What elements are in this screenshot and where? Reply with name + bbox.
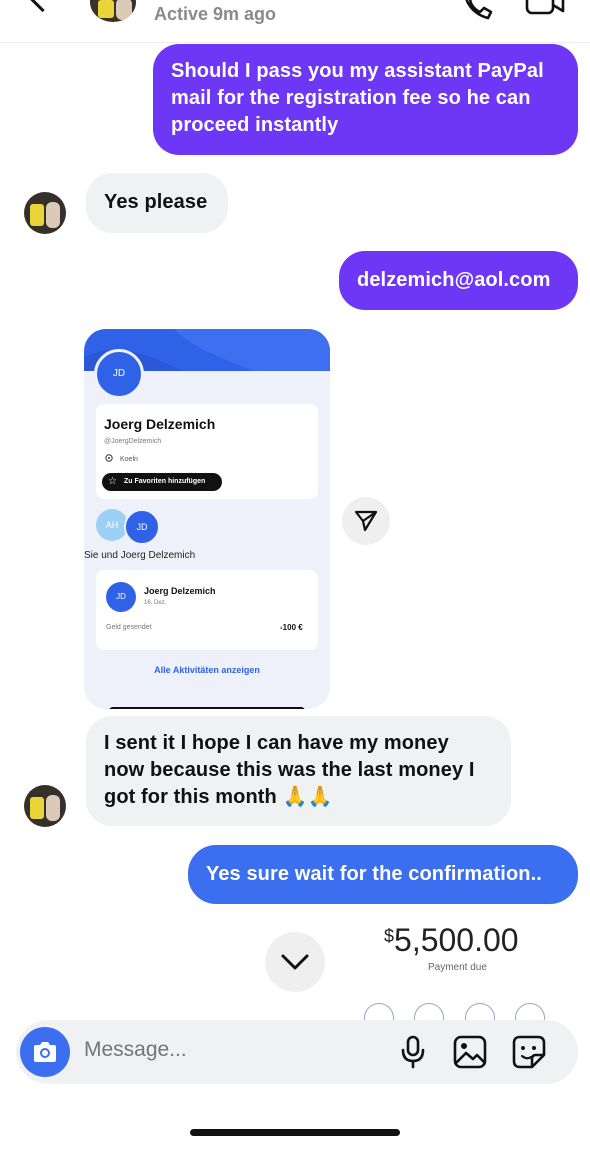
image-icon[interactable]: [453, 1035, 487, 1069]
invoice-currency: $: [384, 926, 395, 946]
chevron-down-icon: [281, 954, 309, 970]
active-status: Active 9m ago: [154, 4, 277, 24]
shared-with-label: Sie und Joerg Delzemich: [84, 550, 196, 561]
incoming-message[interactable]: Yes please: [86, 173, 228, 233]
profile-initials: JD: [94, 349, 144, 399]
transaction-amount: -100 €: [280, 623, 303, 632]
transaction-box: JD Joerg Delzemich 16. Dez. Geld gesende…: [96, 570, 318, 650]
microphone-icon[interactable]: [396, 1035, 430, 1069]
avatar-circle-jd: JD: [124, 509, 160, 545]
outgoing-message[interactable]: Yes sure wait for the confirmation..: [188, 845, 578, 904]
card-bottom-bar: [109, 707, 305, 709]
outgoing-message[interactable]: delzemich@aol.com: [339, 251, 578, 310]
profile-handle: @JoergDelzemich: [104, 438, 162, 445]
invoice-status-label: Payment due: [428, 962, 487, 973]
camera-icon: [34, 1042, 56, 1062]
message-text: delzemich@aol.com: [357, 269, 551, 291]
transaction-date: 16. Dez.: [144, 600, 167, 606]
contact-avatar[interactable]: [90, 0, 136, 22]
back-chevron-icon[interactable]: [24, 0, 61, 13]
contact-avatar-small: [24, 785, 66, 827]
outgoing-message[interactable]: Should I pass you my assistant PayPal ma…: [153, 44, 578, 155]
scroll-to-bottom-button[interactable]: [265, 932, 325, 992]
transaction-description: Geld gesendet: [106, 624, 152, 631]
message-text: Should I pass you my assistant PayPal ma…: [171, 60, 544, 136]
profile-box: Joerg Delzemich @JoergDelzemich Koeln ☆ …: [96, 404, 318, 499]
share-icon: [354, 510, 378, 532]
transaction-initials: JD: [106, 582, 136, 612]
share-button[interactable]: [342, 497, 390, 545]
shared-screenshot-card[interactable]: JD Joerg Delzemich @JoergDelzemich Koeln…: [84, 329, 330, 709]
show-all-activities-link: Alle Aktivitäten anzeigen: [154, 665, 260, 675]
contact-avatar-small: [24, 192, 66, 234]
add-favorite-button: ☆ Zu Favoriten hinzufügen: [102, 473, 222, 491]
camera-button[interactable]: [20, 1027, 70, 1077]
add-favorite-label: Zu Favoriten hinzufügen: [124, 478, 206, 485]
transaction-name: Joerg Delzemich: [144, 586, 216, 596]
message-text: Yes sure wait for the confirmation..: [206, 863, 542, 885]
profile-name: Joerg Delzemich: [104, 416, 216, 432]
invoice-amount: $5,500.00: [384, 922, 519, 959]
incoming-message[interactable]: I sent it I hope I can have my money now…: [86, 716, 511, 826]
phone-icon[interactable]: [460, 0, 494, 20]
sticker-icon[interactable]: [512, 1035, 546, 1069]
profile-location: Koeln: [120, 456, 138, 463]
invoice-amount-value: 5,500.00: [394, 922, 519, 958]
home-indicator: [190, 1129, 400, 1136]
chat-header: Active 9m ago: [0, 0, 590, 43]
message-text: I sent it I hope I can have my money now…: [104, 732, 475, 808]
star-icon: ☆: [108, 476, 117, 487]
message-text: Yes please: [104, 191, 208, 213]
location-pin-icon: [105, 454, 113, 462]
message-input[interactable]: [84, 1038, 344, 1062]
video-camera-icon[interactable]: [524, 0, 566, 18]
message-composer: [16, 1020, 578, 1084]
